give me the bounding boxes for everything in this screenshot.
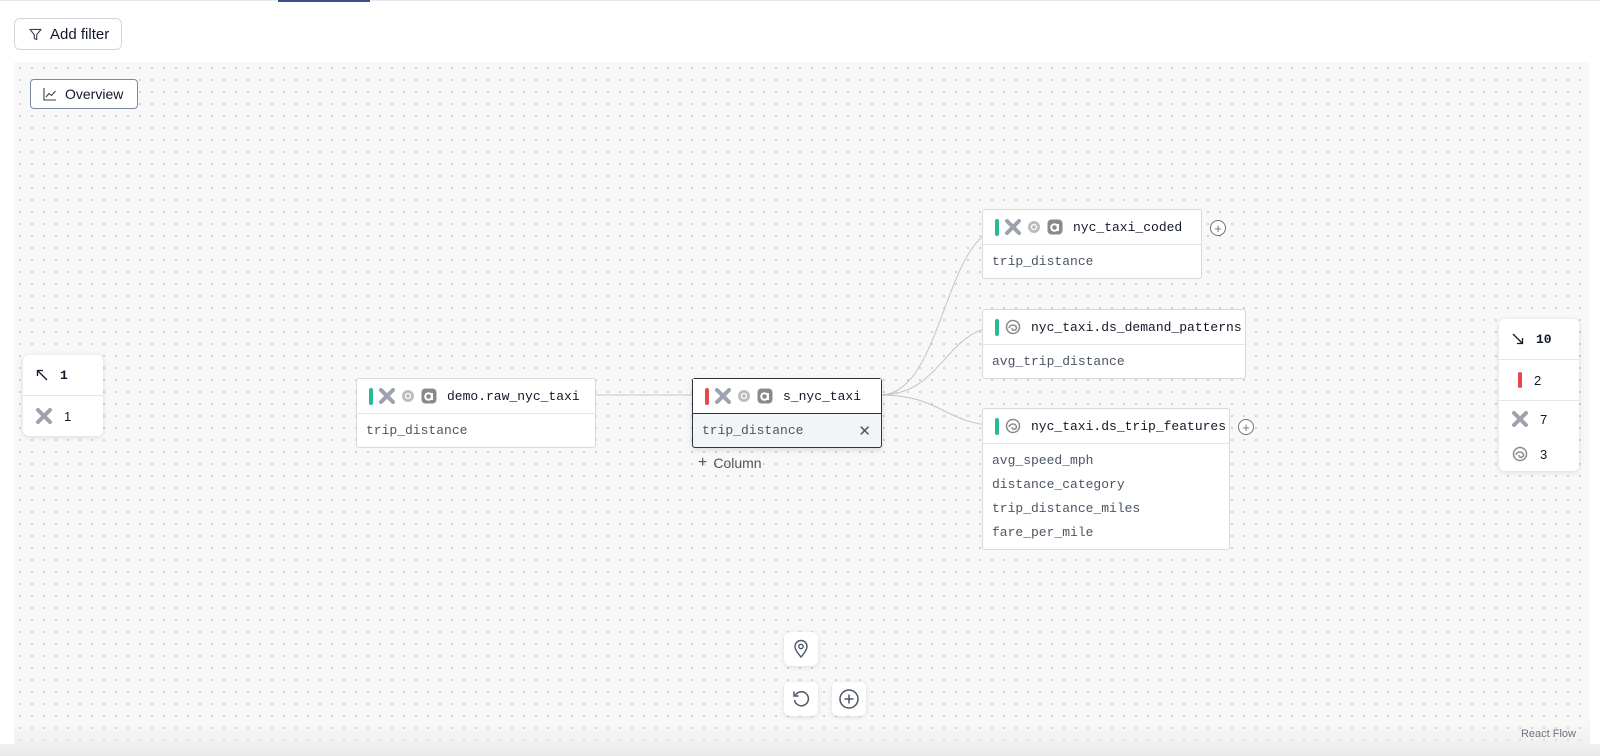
dbt-icon [379, 388, 395, 404]
swirl-count-row[interactable]: 3 [1499, 437, 1579, 471]
arrow-down-right-icon [1512, 333, 1524, 345]
node-header: s_nyc_taxi [693, 379, 881, 414]
error-count: 2 [1534, 372, 1542, 388]
column-row[interactable]: trip_distance_miles [983, 497, 1229, 521]
dbt-icon [36, 408, 52, 424]
swirl-icon [1005, 418, 1021, 434]
airflow-icon [1047, 219, 1063, 235]
plus-icon: + [698, 454, 708, 471]
column-row[interactable]: trip_distance [983, 250, 1201, 274]
swirl-icon [1005, 319, 1021, 335]
location-icon [794, 639, 808, 659]
airflow-icon [757, 388, 773, 404]
upstream-count: 1 [60, 367, 68, 383]
node-header: demo.raw_nyc_taxi [357, 379, 595, 414]
lineage-node-features[interactable]: nyc_taxi.ds_trip_features avg_speed_mph … [982, 408, 1230, 550]
dbt-count-row[interactable]: 1 [23, 396, 103, 436]
column-row[interactable]: avg_speed_mph [983, 449, 1229, 473]
react-flow-attribution[interactable]: React Flow [1521, 728, 1576, 740]
add-column-label: Column [713, 455, 762, 471]
column-row[interactable]: trip_distance [693, 419, 803, 443]
airflow-icon [421, 388, 437, 404]
node-title: nyc_taxi.ds_demand_patterns [1031, 319, 1242, 335]
status-bar [995, 417, 999, 435]
snowflake-icon [1028, 221, 1040, 233]
status-bar [995, 218, 999, 236]
filter-icon [29, 28, 42, 40]
error-count-row[interactable]: 2 [1499, 360, 1579, 401]
dbt-icon [715, 388, 731, 404]
plus-circle-icon[interactable]: + [1210, 220, 1226, 236]
lineage-canvas[interactable]: Overview demo.raw_nyc_taxi trip_distance… [14, 62, 1590, 756]
dbt-count-row[interactable]: 7 [1499, 401, 1579, 437]
downstream-count-row[interactable]: 10 [1499, 319, 1579, 360]
zoom-in-icon [839, 689, 859, 709]
snowflake-icon [738, 390, 750, 402]
top-divider [0, 0, 1600, 1]
status-bar [369, 387, 373, 405]
reset-view-button[interactable] [784, 682, 818, 716]
node-title: nyc_taxi_coded [1073, 219, 1183, 235]
column-row[interactable]: avg_trip_distance [983, 350, 1245, 374]
active-tab-indicator [278, 0, 370, 2]
snowflake-icon [402, 390, 414, 402]
node-header: nyc_taxi.ds_trip_features [983, 409, 1229, 444]
node-header: nyc_taxi.ds_demand_patterns [983, 310, 1245, 345]
dbt-count: 1 [64, 408, 72, 424]
reset-icon [793, 691, 810, 707]
node-header: nyc_taxi_coded [983, 210, 1201, 245]
add-filter-button[interactable]: Add filter [14, 18, 122, 50]
bottom-scroll-area [0, 744, 1600, 756]
dbt-icon [1512, 411, 1528, 427]
downstream-summary-panel: 10 2 7 3 [1499, 319, 1579, 471]
upstream-count-row[interactable]: 1 [23, 355, 103, 396]
lineage-node-demand[interactable]: nyc_taxi.ds_demand_patterns avg_trip_dis… [982, 309, 1246, 379]
upstream-summary-panel: 1 1 [23, 355, 103, 436]
swirl-icon [1512, 446, 1528, 462]
dbt-count: 7 [1540, 411, 1548, 427]
swirl-count: 3 [1540, 446, 1548, 462]
plus-circle-icon[interactable]: + [1238, 419, 1254, 435]
status-bar [705, 387, 709, 405]
node-title: s_nyc_taxi [783, 388, 862, 404]
lineage-node-selected[interactable]: s_nyc_taxi trip_distance ✕ [692, 378, 882, 448]
status-bar [995, 318, 999, 336]
node-title: demo.raw_nyc_taxi [447, 388, 580, 404]
lineage-node-coded[interactable]: nyc_taxi_coded trip_distance [982, 209, 1202, 279]
column-row[interactable]: fare_per_mile [983, 521, 1229, 545]
focus-location-button[interactable] [784, 632, 818, 666]
add-column-button[interactable]: + Column [698, 454, 762, 472]
arrow-up-left-icon [36, 369, 48, 381]
add-filter-label: Add filter [50, 25, 110, 43]
lineage-node-source[interactable]: demo.raw_nyc_taxi trip_distance [356, 378, 596, 448]
zoom-in-button[interactable] [832, 682, 866, 716]
column-row[interactable]: trip_distance [357, 419, 595, 443]
close-icon[interactable]: ✕ [858, 422, 871, 440]
error-status-bar [1518, 372, 1522, 388]
node-title: nyc_taxi.ds_trip_features [1031, 418, 1227, 434]
column-row[interactable]: distance_category [983, 473, 1229, 497]
downstream-count: 10 [1536, 331, 1552, 347]
dbt-icon [1005, 219, 1021, 235]
